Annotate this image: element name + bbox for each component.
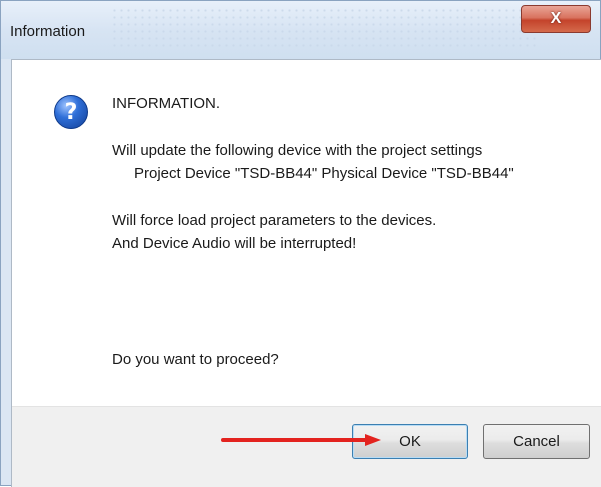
message-heading: INFORMATION. — [112, 95, 221, 112]
title-bar[interactable]: Information X — [1, 1, 600, 59]
cancel-button[interactable]: Cancel — [483, 424, 590, 459]
dialog-window: Information X ? INFORMATION. Will update… — [0, 0, 601, 487]
dialog-content: ? INFORMATION. Will update the following… — [11, 59, 601, 487]
message-line: And Device Audio will be interrupted! — [112, 235, 357, 252]
close-button[interactable]: X — [521, 5, 591, 33]
close-icon: X — [550, 10, 562, 27]
title-bar-texture — [111, 7, 540, 47]
arrow-head — [365, 434, 381, 446]
confirm-question: Do you want to proceed? — [112, 351, 279, 368]
red-arrow-annotation — [221, 434, 381, 446]
question-icon: ? — [54, 95, 88, 129]
window-title: Information — [10, 23, 86, 40]
message-line: Will force load project parameters to th… — [112, 212, 437, 229]
message-line: Project Device "TSD-BB44" Physical Devic… — [134, 165, 514, 182]
message-line: Will update the following device with th… — [112, 142, 483, 159]
